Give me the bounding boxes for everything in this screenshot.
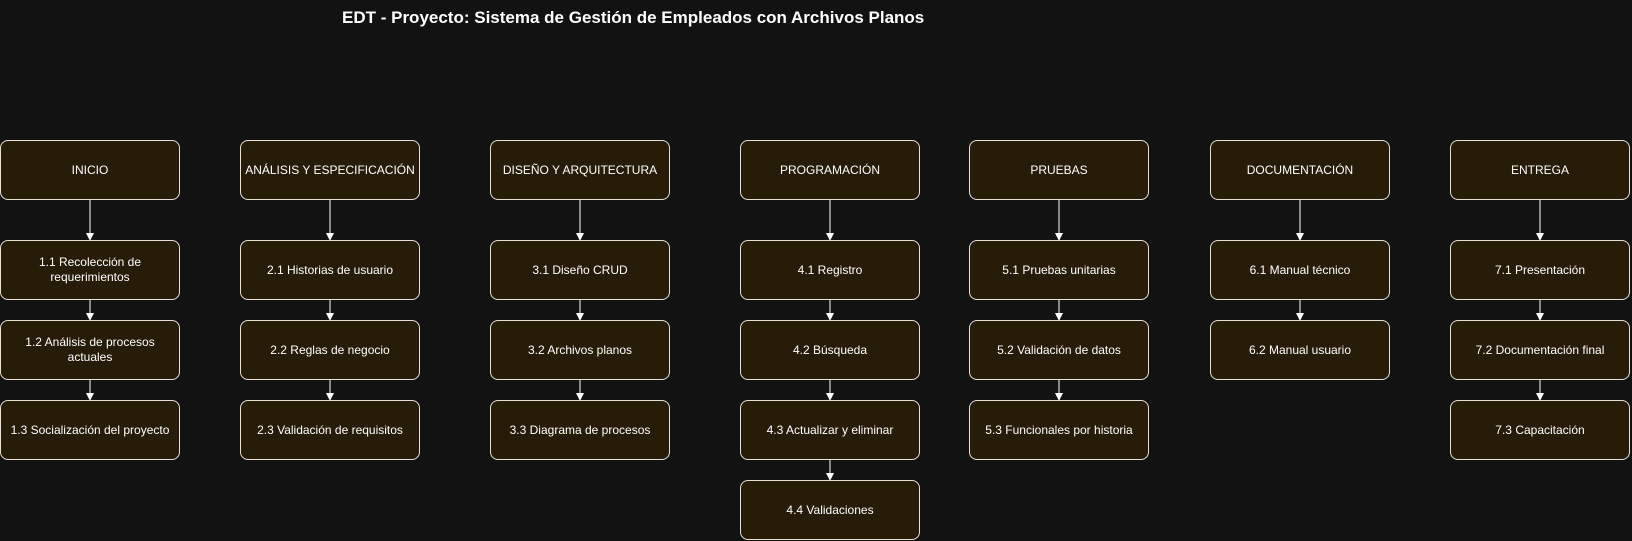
task-node-7-3: 7.3 Capacitación: [1450, 400, 1630, 460]
node-label: 4.2 Búsqueda: [792, 342, 868, 357]
node-label: ANÁLISIS Y ESPECIFICACIÓN: [245, 162, 415, 177]
phase-node-entrega: ENTREGA: [1450, 140, 1630, 200]
task-node-1-2: 1.2 Análisis de procesos actuales: [0, 320, 180, 380]
task-node-7-2: 7.2 Documentación final: [1450, 320, 1630, 380]
node-label: 3.3 Diagrama de procesos: [509, 422, 651, 437]
phase-node-analisis-y-especificacion: ANÁLISIS Y ESPECIFICACIÓN: [240, 140, 420, 200]
phase-node-pruebas: PRUEBAS: [969, 140, 1149, 200]
task-node-6-2: 6.2 Manual usuario: [1210, 320, 1390, 380]
phase-node-documentacion: DOCUMENTACIÓN: [1210, 140, 1390, 200]
node-label: 6.2 Manual usuario: [1248, 342, 1352, 357]
node-label: 3.2 Archivos planos: [527, 342, 633, 357]
task-node-5-1: 5.1 Pruebas unitarias: [969, 240, 1149, 300]
task-node-2-1: 2.1 Historias de usuario: [240, 240, 420, 300]
node-label: 7.2 Documentación final: [1475, 342, 1605, 357]
node-label: PROGRAMACIÓN: [779, 162, 880, 177]
task-node-4-3: 4.3 Actualizar y eliminar: [740, 400, 920, 460]
node-label: 2.2 Reglas de negocio: [270, 342, 390, 357]
node-label: 3.1 Diseño CRUD: [532, 262, 628, 277]
node-label: PRUEBAS: [1030, 162, 1088, 177]
task-node-1-1: 1.1 Recolección de requerimientos: [0, 240, 180, 300]
phase-node-diseno-y-arquitectura: DISEÑO Y ARQUITECTURA: [490, 140, 670, 200]
node-label: 1.3 Socialización del proyecto: [10, 422, 170, 437]
node-label: 1.2 Análisis de procesos actuales: [25, 335, 155, 364]
node-label: 5.3 Funcionales por historia: [985, 422, 1133, 437]
task-node-4-4: 4.4 Validaciones: [740, 480, 920, 540]
node-label: 7.3 Capacitación: [1495, 422, 1585, 437]
task-node-5-2: 5.2 Validación de datos: [969, 320, 1149, 380]
node-label: 6.1 Manual técnico: [1249, 262, 1351, 277]
task-node-3-3: 3.3 Diagrama de procesos: [490, 400, 670, 460]
task-node-2-3: 2.3 Validación de requisitos: [240, 400, 420, 460]
task-node-4-2: 4.2 Búsqueda: [740, 320, 920, 380]
task-node-1-3: 1.3 Socialización del proyecto: [0, 400, 180, 460]
node-label: 4.4 Validaciones: [786, 502, 874, 517]
node-label: 2.1 Historias de usuario: [266, 262, 394, 277]
node-label: 4.3 Actualizar y eliminar: [766, 422, 894, 437]
task-node-6-1: 6.1 Manual técnico: [1210, 240, 1390, 300]
task-node-4-1: 4.1 Registro: [740, 240, 920, 300]
node-label: DOCUMENTACIÓN: [1246, 162, 1354, 177]
task-node-7-1: 7.1 Presentación: [1450, 240, 1630, 300]
task-node-3-2: 3.2 Archivos planos: [490, 320, 670, 380]
node-label: 2.3 Validación de requisitos: [257, 422, 403, 437]
node-label: INICIO: [71, 162, 109, 177]
task-node-5-3: 5.3 Funcionales por historia: [969, 400, 1149, 460]
node-label: 4.1 Registro: [797, 262, 863, 277]
node-label: 1.1 Recolección de requerimientos: [38, 255, 142, 284]
diagram-title: EDT - Proyecto: Sistema de Gestión de Em…: [342, 8, 925, 27]
node-label: DISEÑO Y ARQUITECTURA: [502, 162, 658, 177]
node-label: 7.1 Presentación: [1494, 262, 1586, 277]
task-node-3-1: 3.1 Diseño CRUD: [490, 240, 670, 300]
phase-node-inicio: INICIO: [0, 140, 180, 200]
node-label: ENTREGA: [1510, 162, 1569, 177]
task-node-2-2: 2.2 Reglas de negocio: [240, 320, 420, 380]
node-label: 5.1 Pruebas unitarias: [1002, 262, 1116, 277]
phase-node-programacion: PROGRAMACIÓN: [740, 140, 920, 200]
node-label: 5.2 Validación de datos: [997, 342, 1121, 357]
